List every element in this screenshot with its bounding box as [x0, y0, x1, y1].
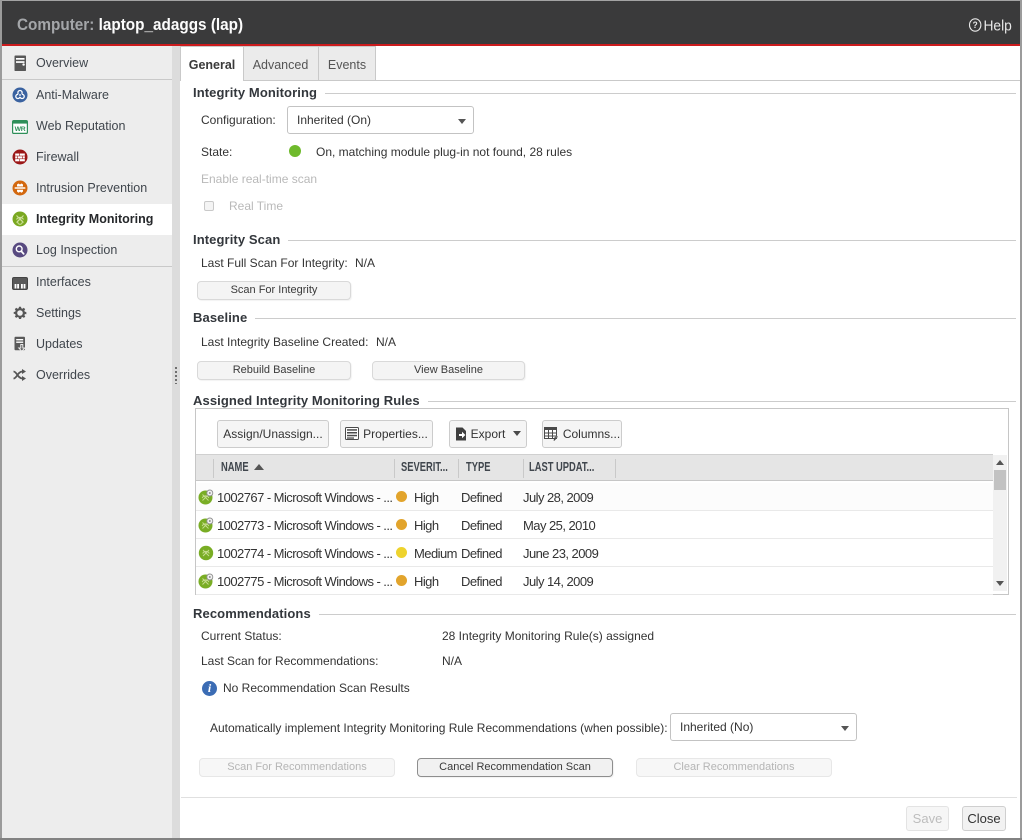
svg-text:WR: WR: [15, 126, 26, 133]
svg-text:?: ?: [973, 20, 978, 30]
